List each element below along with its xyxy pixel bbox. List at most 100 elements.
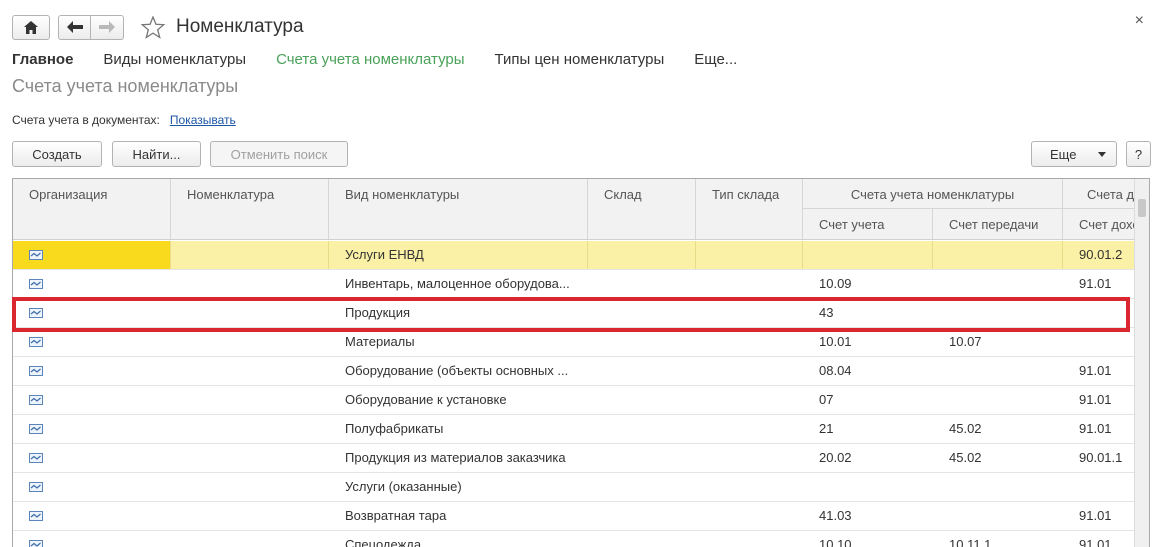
cell-income-account[interactable]: 91.01	[1063, 357, 1135, 385]
cell-nomenclature[interactable]	[171, 241, 329, 269]
cell-kind[interactable]: Продукция из материалов заказчика	[329, 444, 588, 472]
cell-transfer-account[interactable]	[933, 241, 1063, 269]
cell-org[interactable]	[13, 444, 171, 472]
cell-warehouse-type[interactable]	[696, 444, 803, 472]
cell-warehouse[interactable]	[588, 415, 696, 443]
table-row[interactable]: Инвентарь, малоценное оборудова... 10.09 9…	[13, 270, 1135, 299]
cell-warehouse[interactable]	[588, 241, 696, 269]
cell-kind[interactable]: Материалы	[329, 328, 588, 356]
cell-account[interactable]: 07	[803, 386, 933, 414]
cancel-search-button[interactable]: Отменить поиск	[210, 141, 348, 167]
tab-nomenclature-accounts[interactable]: Счета учета номенклатуры	[276, 51, 464, 68]
table-row[interactable]: Оборудование (объекты основных ... 08.04 9…	[13, 357, 1135, 386]
cell-transfer-account[interactable]: 10.07	[933, 328, 1063, 356]
cell-org[interactable]	[13, 502, 171, 530]
tab-more[interactable]: Еще...	[694, 51, 737, 68]
col-header-nomenclature[interactable]: Номенклатура	[171, 179, 329, 239]
cell-account[interactable]: 21	[803, 415, 933, 443]
scrollbar-thumb[interactable]	[1138, 199, 1146, 217]
cell-income-account[interactable]: 90.01.1	[1063, 444, 1135, 472]
cell-org[interactable]	[13, 241, 171, 269]
back-button[interactable]	[58, 14, 91, 40]
cell-warehouse[interactable]	[588, 328, 696, 356]
cell-warehouse-type[interactable]	[696, 386, 803, 414]
cell-warehouse-type[interactable]	[696, 415, 803, 443]
cell-nomenclature[interactable]	[171, 270, 329, 298]
cell-kind[interactable]: Инвентарь, малоценное оборудова...	[329, 270, 588, 298]
cell-transfer-account[interactable]: 45.02	[933, 415, 1063, 443]
cell-transfer-account[interactable]: 10.11.1	[933, 531, 1063, 547]
show-accounts-link[interactable]: Показывать	[170, 113, 236, 127]
cell-income-account[interactable]: 91.01	[1063, 531, 1135, 547]
vertical-scrollbar[interactable]	[1134, 179, 1149, 547]
cell-nomenclature[interactable]	[171, 473, 329, 501]
table-row[interactable]: Продукция из материалов заказчика 20.02 45…	[13, 444, 1135, 473]
cell-nomenclature[interactable]	[171, 328, 329, 356]
cell-account[interactable]: 20.02	[803, 444, 933, 472]
cell-org[interactable]	[13, 357, 171, 385]
cell-warehouse-type[interactable]	[696, 473, 803, 501]
close-icon[interactable]: ×	[1135, 12, 1144, 30]
cell-transfer-account[interactable]	[933, 270, 1063, 298]
cell-transfer-account[interactable]	[933, 386, 1063, 414]
table-row[interactable]: Возвратная тара 41.03 91.01	[13, 502, 1135, 531]
cell-account[interactable]: 08.04	[803, 357, 933, 385]
cell-warehouse[interactable]	[588, 444, 696, 472]
cell-account[interactable]	[803, 473, 933, 501]
table-row[interactable]: Услуги (оказанные)	[13, 473, 1135, 502]
cell-kind[interactable]: Возвратная тара	[329, 502, 588, 530]
col-header-warehouse-type[interactable]: Тип склада	[696, 179, 803, 239]
table-row[interactable]: Спецодежда 10.10 10.11.1 91.01	[13, 531, 1135, 547]
cell-kind[interactable]: Оборудование (объекты основных ...	[329, 357, 588, 385]
cell-org[interactable]	[13, 386, 171, 414]
cell-kind[interactable]: Полуфабрикаты	[329, 415, 588, 443]
cell-account[interactable]: 10.09	[803, 270, 933, 298]
cell-warehouse-type[interactable]	[696, 328, 803, 356]
cell-income-account[interactable]: 91.01	[1063, 386, 1135, 414]
home-button[interactable]	[12, 14, 50, 40]
cell-warehouse-type[interactable]	[696, 502, 803, 530]
col-header-kind[interactable]: Вид номенклатуры	[329, 179, 588, 239]
cell-account[interactable]: 10.01	[803, 328, 933, 356]
cell-warehouse[interactable]	[588, 357, 696, 385]
cell-nomenclature[interactable]	[171, 386, 329, 414]
col-header-income-account[interactable]: Счет дохо	[1063, 209, 1135, 239]
col-header-account[interactable]: Счет учета	[803, 209, 933, 239]
table-row[interactable]: Материалы 10.01 10.07	[13, 328, 1135, 357]
cell-nomenclature[interactable]	[171, 415, 329, 443]
cell-income-account[interactable]: 90.01.2	[1063, 241, 1135, 269]
cell-warehouse[interactable]	[588, 473, 696, 501]
cell-account[interactable]: 10.10	[803, 531, 933, 547]
cell-org[interactable]	[13, 328, 171, 356]
cell-transfer-account[interactable]: 45.02	[933, 444, 1063, 472]
cell-income-account[interactable]: 91.01	[1063, 270, 1135, 298]
create-button[interactable]: Создать	[12, 141, 102, 167]
cell-income-account[interactable]	[1063, 328, 1135, 356]
cell-warehouse-type[interactable]	[696, 270, 803, 298]
cell-warehouse[interactable]	[588, 531, 696, 547]
find-button[interactable]: Найти...	[112, 141, 201, 167]
cell-income-account[interactable]: 91.01	[1063, 415, 1135, 443]
cell-transfer-account[interactable]	[933, 357, 1063, 385]
tab-price-types[interactable]: Типы цен номенклатуры	[495, 51, 665, 68]
col-header-warehouse[interactable]: Склад	[588, 179, 696, 239]
cell-warehouse[interactable]	[588, 270, 696, 298]
more-menu-button[interactable]: Еще	[1031, 141, 1117, 167]
cell-kind[interactable]: Спецодежда	[329, 531, 588, 547]
cell-org[interactable]	[13, 473, 171, 501]
col-header-transfer-account[interactable]: Счет передачи	[933, 209, 1063, 239]
cell-warehouse-type[interactable]	[696, 241, 803, 269]
cell-income-account[interactable]	[1063, 473, 1135, 501]
cell-account[interactable]: 41.03	[803, 502, 933, 530]
cell-transfer-account[interactable]	[933, 473, 1063, 501]
cell-org[interactable]	[13, 531, 171, 547]
cell-warehouse[interactable]	[588, 502, 696, 530]
table-row[interactable]: Полуфабрикаты 21 45.02 91.01	[13, 415, 1135, 444]
cell-warehouse-type[interactable]	[696, 531, 803, 547]
cell-account[interactable]	[803, 241, 933, 269]
col-header-org[interactable]: Организация	[13, 179, 171, 239]
cell-nomenclature[interactable]	[171, 502, 329, 530]
cell-transfer-account[interactable]	[933, 502, 1063, 530]
favorite-star-button[interactable]	[140, 14, 166, 40]
table-row[interactable]: Услуги ЕНВД 90.01.2	[13, 241, 1135, 270]
